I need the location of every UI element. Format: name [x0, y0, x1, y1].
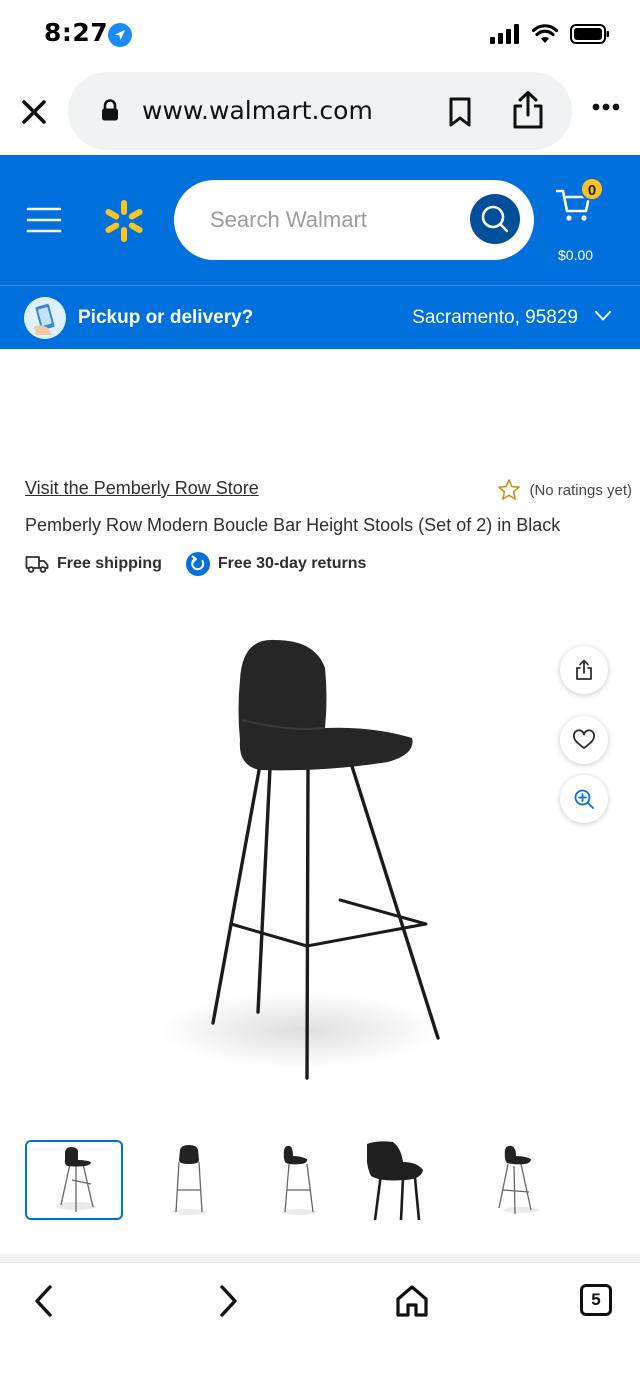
- bar-stool-image[interactable]: [150, 620, 480, 1090]
- status-indicators: [490, 24, 610, 44]
- pickup-location: Sacramento, 95829: [412, 307, 578, 328]
- pickup-bar[interactable]: Pickup or delivery? Sacramento, 95829: [0, 285, 640, 349]
- cart-button[interactable]: 0 $0.00: [554, 177, 614, 263]
- search-button[interactable]: [470, 194, 520, 244]
- free-shipping-badge: Free shipping: [57, 555, 162, 572]
- thumbnail-1[interactable]: [25, 1140, 123, 1220]
- bookmark-icon[interactable]: [446, 96, 474, 128]
- signal-icon: [490, 24, 519, 44]
- more-icon[interactable]: [592, 102, 620, 112]
- browser-bar: www.walmart.com: [0, 70, 640, 156]
- url-text: www.walmart.com: [142, 96, 373, 125]
- search-icon: [481, 205, 509, 233]
- star-icon: [498, 479, 521, 500]
- divider: [0, 1254, 640, 1262]
- location-arrow-icon: [108, 23, 132, 47]
- thumbnail-strip: [25, 1140, 625, 1222]
- thumbnail-2[interactable]: [139, 1140, 237, 1220]
- truck-icon: [25, 556, 49, 573]
- browser-toolbar: 5: [0, 1262, 640, 1386]
- favorite-button[interactable]: [560, 716, 608, 764]
- cart-count-badge: 0: [580, 177, 604, 201]
- home-icon[interactable]: [394, 1283, 430, 1319]
- zoom-button[interactable]: [560, 775, 608, 823]
- share-icon: [576, 659, 592, 680]
- forward-icon[interactable]: [214, 1283, 242, 1319]
- thumbnail-3[interactable]: [253, 1140, 351, 1220]
- menu-icon[interactable]: [26, 205, 62, 235]
- battery-icon: [570, 24, 609, 44]
- back-icon[interactable]: [30, 1283, 58, 1319]
- share-image-button[interactable]: [560, 646, 608, 694]
- wifi-icon: [532, 24, 558, 43]
- close-icon[interactable]: [18, 96, 50, 128]
- product-title: Pemberly Row Modern Boucle Bar Height St…: [25, 515, 561, 535]
- chevron-down-icon: [595, 311, 611, 321]
- rating-text: (No ratings yet): [529, 481, 632, 499]
- heart-icon: [573, 729, 595, 749]
- shipping-badges: Free shipping Free 30-day returns: [25, 552, 366, 576]
- tabs-button[interactable]: 5: [580, 1284, 612, 1316]
- url-field[interactable]: www.walmart.com: [68, 72, 572, 150]
- pickup-phone-icon: [24, 297, 66, 339]
- walmart-spark-logo[interactable]: [102, 199, 146, 243]
- returns-icon: [185, 552, 210, 576]
- search-input[interactable]: Search Walmart: [174, 180, 534, 260]
- thumbnail-4[interactable]: [366, 1140, 465, 1221]
- status-time: 8:27: [44, 18, 109, 47]
- search-placeholder: Search Walmart: [210, 207, 367, 232]
- zoom-in-icon: [574, 789, 594, 809]
- walmart-header: Search Walmart 0 $0.00: [0, 155, 640, 285]
- lock-icon: [102, 99, 118, 121]
- store-link[interactable]: Visit the Pemberly Row Store: [25, 478, 259, 499]
- rating[interactable]: (No ratings yet): [497, 478, 632, 502]
- free-returns-badge: Free 30-day returns: [217, 555, 367, 572]
- status-bar: 8:27: [0, 0, 640, 70]
- pickup-label: Pickup or delivery?: [78, 307, 254, 328]
- cart-total: $0.00: [558, 247, 594, 263]
- thumbnail-5[interactable]: [481, 1140, 579, 1220]
- share-icon[interactable]: [510, 90, 546, 130]
